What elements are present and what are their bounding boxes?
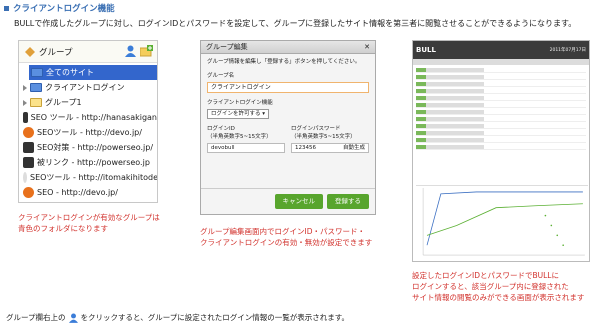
site-item[interactable]: SEOツール - http://itomakihitode — [19, 170, 157, 185]
group-edit-dialog: グループ編集 ✕ グループ情報を編集し「登録する」ボタンを押してください。 グル… — [200, 40, 376, 215]
password-hint: （半角英数字5~15文字） — [291, 134, 356, 140]
login-id-input[interactable]: devobull — [207, 143, 285, 153]
user-icon[interactable] — [125, 45, 136, 57]
caption-client-view: 設定したログインIDとパスワードでBULLに ログインすると、該当グループ内に登… — [412, 271, 585, 302]
caption-dialog: グループ編集画面内でログインID・パスワード・ クライアントログインの有効・無効… — [200, 227, 373, 247]
folder-icon — [30, 98, 42, 107]
expand-icon[interactable] — [23, 99, 27, 106]
group-item-group1[interactable]: グループ1 — [19, 95, 157, 110]
site-item[interactable]: SEOツール - http://devo.jp/ — [19, 125, 157, 140]
caption-folder: クライアントログインが有効なグループは 青色のフォルダになります — [18, 213, 160, 233]
site-icon — [23, 187, 34, 198]
blue-folder-icon — [31, 68, 43, 77]
close-icon[interactable]: ✕ — [364, 43, 370, 51]
group-panel-header: グループ — [19, 41, 157, 63]
site-item[interactable]: 被リンク - http://powerseo.jp — [19, 155, 157, 170]
bullet-icon — [4, 5, 9, 11]
group-name-label: グループ名 — [207, 73, 235, 79]
group-name-input[interactable]: クライアントログイン — [207, 82, 369, 93]
section-heading: クライアントログイン機能 — [4, 2, 115, 14]
add-folder-icon[interactable] — [140, 45, 153, 57]
intro-text: BULLで作成したグループに対し、ログインIDとパスワードを設定して、グループに… — [14, 19, 577, 28]
site-rows — [413, 65, 589, 155]
register-button[interactable]: 登録する — [327, 194, 369, 209]
group-panel-title: グループ — [39, 47, 73, 58]
group-item-all-sites[interactable]: 全てのサイト — [29, 65, 157, 80]
login-id-hint: （半角英数字5~15文字） — [207, 134, 272, 140]
dialog-note: グループ情報を編集し「登録する」ボタンを押してください。 — [207, 59, 361, 65]
site-item[interactable]: SEO ツール - http://hanasakigan — [19, 110, 157, 125]
login-id-label: ログインID — [207, 126, 235, 132]
group-panel: グループ 全てのサイト クライアントログイン グループ1 SEO ツール - h… — [18, 40, 158, 203]
password-input[interactable]: 123456 自動生成 — [291, 143, 369, 153]
cancel-button[interactable]: キャンセル — [274, 194, 323, 209]
auto-generate-button[interactable]: 自動生成 — [343, 144, 365, 152]
client-view-screenshot: BULL 2011年07月17日 — [412, 40, 590, 262]
logo: BULL — [416, 46, 436, 54]
ranking-chart-icon — [416, 185, 588, 256]
expand-icon[interactable] — [23, 84, 27, 91]
footer-note: グループ欄右上の をクリックすると、グループに設定されたログイン情報の一覧が表示… — [6, 313, 350, 323]
diamond-icon — [25, 46, 35, 57]
client-login-select[interactable]: ログインを許可する ▾ — [207, 109, 270, 119]
blue-folder-icon — [30, 83, 42, 92]
group-item-client-login[interactable]: クライアントログイン — [19, 80, 157, 95]
site-item[interactable]: SEO対策 - http://powerseo.jp/ — [19, 140, 157, 155]
user-icon — [68, 313, 78, 323]
date-label: 2011年07月17日 — [549, 48, 586, 53]
site-item[interactable]: SEO - http://devo.jp/ — [19, 185, 157, 200]
heading-text: クライアントログイン機能 — [13, 4, 115, 14]
site-icon — [23, 172, 27, 183]
password-label: ログインパスワード — [291, 126, 341, 132]
site-icon — [23, 157, 34, 168]
site-icon — [23, 112, 28, 123]
site-icon — [23, 127, 34, 138]
site-icon — [23, 142, 34, 153]
client-login-label: クライアントログイン機能 — [207, 100, 273, 106]
dialog-titlebar: グループ編集 ✕ — [201, 41, 375, 54]
dialog-title: グループ編集 — [206, 43, 248, 51]
